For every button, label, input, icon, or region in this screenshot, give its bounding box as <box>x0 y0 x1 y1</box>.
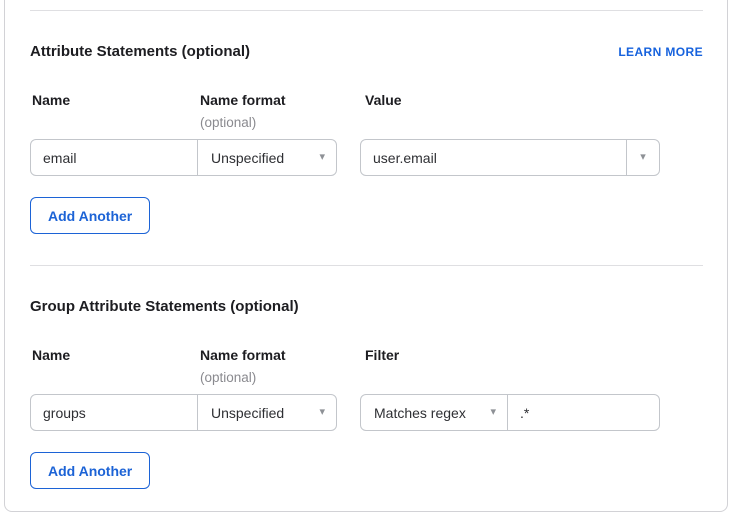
column-header-name: Name <box>32 347 70 364</box>
attribute-statement-row: Unspecified ▾ ▾ <box>30 139 703 176</box>
section-divider <box>30 10 703 11</box>
group-attribute-statements-header: Group Attribute Statements (optional) <box>30 297 703 317</box>
attribute-name-input[interactable] <box>31 140 197 175</box>
attribute-value-input[interactable] <box>361 140 626 175</box>
learn-more-link[interactable]: LEARN MORE <box>618 45 703 59</box>
filter-type-select[interactable]: Matches regex ▾ <box>361 395 507 430</box>
add-another-attribute-button[interactable]: Add Another <box>30 197 150 234</box>
chevron-down-icon: ▾ <box>319 407 325 418</box>
column-header-value: Value <box>365 92 402 109</box>
filter-value-input[interactable] <box>507 395 659 430</box>
group-attribute-column-headers: Name Name format (optional) Filter <box>30 347 703 394</box>
value-dropdown-toggle[interactable]: ▾ <box>626 140 659 175</box>
add-another-group-attribute-button[interactable]: Add Another <box>30 452 150 489</box>
chevron-down-icon: ▾ <box>640 152 646 163</box>
attribute-column-headers: Name Name format (optional) Value <box>30 92 703 139</box>
attribute-statements-header: Attribute Statements (optional) LEARN MO… <box>30 42 703 62</box>
filter-group: Matches regex ▾ <box>360 394 660 431</box>
column-header-name-format: Name format <box>200 347 286 364</box>
column-header-name: Name <box>32 92 70 109</box>
saml-settings-card: Attribute Statements (optional) LEARN MO… <box>4 0 728 512</box>
name-format-select[interactable]: Unspecified ▾ <box>197 140 336 175</box>
value-group: ▾ <box>360 139 660 176</box>
column-header-name-format: Name format <box>200 92 286 109</box>
column-header-optional: (optional) <box>200 370 256 386</box>
chevron-down-icon: ▾ <box>490 407 496 418</box>
filter-type-selected-value: Matches regex <box>374 405 466 421</box>
column-header-optional: (optional) <box>200 115 256 131</box>
column-header-filter: Filter <box>365 347 399 364</box>
name-format-select[interactable]: Unspecified ▾ <box>197 395 336 430</box>
name-and-format-group: Unspecified ▾ <box>30 139 337 176</box>
chevron-down-icon: ▾ <box>319 152 325 163</box>
section-divider <box>30 265 703 266</box>
section-title-group-attribute-statements: Group Attribute Statements (optional) <box>30 297 299 317</box>
section-title-attribute-statements: Attribute Statements (optional) <box>30 42 250 62</box>
name-and-format-group: Unspecified ▾ <box>30 394 337 431</box>
name-format-selected-value: Unspecified <box>211 405 284 421</box>
group-attribute-statement-row: Unspecified ▾ Matches regex ▾ <box>30 394 703 431</box>
name-format-selected-value: Unspecified <box>211 150 284 166</box>
group-attribute-name-input[interactable] <box>31 395 197 430</box>
